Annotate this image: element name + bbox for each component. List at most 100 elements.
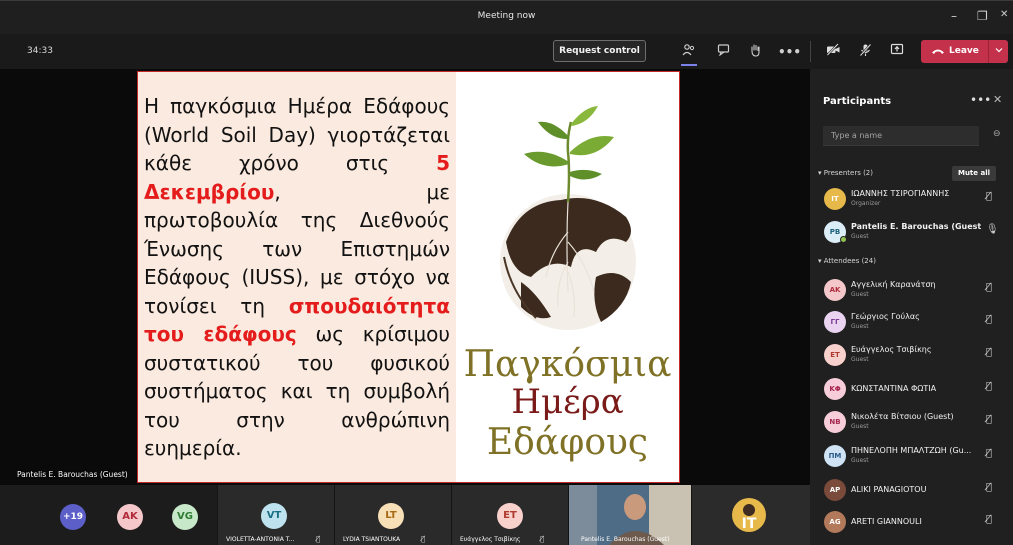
- participant-role: Guest: [851, 423, 869, 430]
- share-screen-icon[interactable]: [888, 43, 906, 61]
- window-title: Meeting now: [477, 11, 536, 21]
- hangup-icon: [932, 49, 944, 54]
- participant-role: Organizer: [851, 200, 881, 207]
- chat-icon[interactable]: [714, 43, 732, 61]
- participant-name: ARETI GIANNOULI: [851, 517, 922, 526]
- invite-link-icon[interactable]: ⊖: [993, 129, 1001, 139]
- participant-row[interactable]: AP ALIKI PANAGIOTOU 🎙̸: [810, 475, 1013, 505]
- slide-title-line-2: Ημέρα: [511, 382, 624, 422]
- participant-row[interactable]: ΝΒ Νικολέτα Βίτσιου (Guest) Guest 🎙̸: [810, 407, 1013, 437]
- participant-name: Νικολέτα Βίτσιου (Guest): [851, 412, 954, 421]
- participant-row[interactable]: ΚΦ ΚΩΝΣΤΑΝΤΙΝΑ ΦΩΤΙΑ 🎙̸: [810, 374, 1013, 404]
- request-control-button[interactable]: Request control: [553, 40, 646, 62]
- more-options-icon[interactable]: •••: [970, 93, 991, 107]
- avatar-group-tile: +19 AK VG: [0, 485, 217, 545]
- toolbar-divider: [810, 41, 811, 62]
- mic-off-icon: 🎙̸: [986, 191, 993, 202]
- avatar: AG: [824, 511, 846, 533]
- avatar-vg[interactable]: VG: [172, 504, 198, 530]
- participant-row[interactable]: ΕΤ Ευάγγελος Τσιβίκης Guest 🎙̸: [810, 340, 1013, 370]
- tile-name: Pantelis E. Barouchas (Guest): [581, 536, 670, 543]
- close-panel-icon[interactable]: ✕: [993, 93, 1002, 106]
- mic-off-icon: 🎙̸: [986, 314, 993, 325]
- shared-slide: Η παγκόσμια Ημέρα Εδάφους (World Soil Da…: [137, 71, 680, 483]
- participant-tile[interactable]: VT VIOLETTA-ANTONIA T... 🎙̸: [218, 485, 334, 545]
- participant-name: ΠΗΝΕΛΟΠΗ ΜΠΑΛΤΖΩΗ (Gu...: [851, 446, 972, 455]
- attendees-section-header[interactable]: ▾ Attendees (24): [818, 257, 876, 265]
- close-window-icon[interactable]: ✕: [1000, 9, 1008, 20]
- mute-all-button[interactable]: Mute all: [952, 166, 996, 181]
- avatar: IT: [824, 188, 846, 210]
- mic-off-icon: 🎙̸: [421, 535, 426, 543]
- svg-text:IT: IT: [742, 516, 757, 532]
- participant-role: Guest: [851, 323, 869, 330]
- tile-name: Ευάγγελος Τσιβίκης: [460, 536, 521, 543]
- slide-image-panel: Παγκόσμια Ημέρα Εδάφους: [456, 72, 679, 482]
- avatar: AP: [824, 479, 846, 501]
- participant-row[interactable]: AG ARETI GIANNOULI 🎙̸: [810, 507, 1013, 537]
- self-avatar: IT: [732, 498, 766, 532]
- maximize-icon[interactable]: ❐: [977, 9, 988, 23]
- overflow-count-avatar[interactable]: +19: [60, 504, 86, 530]
- participant-row[interactable]: ΠΜ ΠΗΝΕΛΟΠΗ ΜΠΑΛΤΖΩΗ (Gu... Guest 🎙̸: [810, 441, 1013, 471]
- avatar-et: ET: [497, 503, 523, 529]
- leave-label: Leave: [949, 46, 979, 56]
- avatar: ΚΦ: [824, 378, 846, 400]
- slide-text-part-1: Η παγκόσμια Ημέρα Εδάφους (World Soil Da…: [144, 94, 450, 175]
- mic-off-icon: 🎙̸: [986, 448, 993, 459]
- participant-row[interactable]: IT ΙΩΑΝΝΗΣ ΤΣΙΡΟΓΙΑΝΝΗΣ Organizer 🎙̸: [810, 184, 1013, 214]
- avatar-ak[interactable]: AK: [117, 504, 143, 530]
- participant-search-input[interactable]: [823, 126, 979, 146]
- participant-row[interactable]: AK Αγγελική Καρανάτση Guest 🎙̸: [810, 275, 1013, 305]
- participant-role: Guest: [851, 356, 869, 363]
- mic-off-icon: 🎙̸: [986, 414, 993, 425]
- people-icon[interactable]: [680, 43, 698, 61]
- slide-title-line-1: Παγκόσμια: [463, 344, 672, 385]
- camera-off-icon[interactable]: [824, 43, 842, 61]
- self-view-tile[interactable]: IT: [692, 485, 810, 545]
- mic-off-icon: 🎙̸: [986, 347, 993, 358]
- tile-name: VIOLETTA-ANTONIA T...: [226, 536, 295, 543]
- participant-tile[interactable]: LT LYDIA TSIANTOUKA 🎙̸: [335, 485, 451, 545]
- leave-dropdown-chevron-icon[interactable]: [989, 40, 1008, 63]
- soil-globe-sprout-image: [500, 106, 636, 330]
- presenters-label: Presenters (2): [823, 169, 873, 177]
- meeting-timer: 34:33: [27, 46, 53, 56]
- participant-name: ΚΩΝΣΤΑΝΤΙΝΑ ΦΩΤΙΑ: [851, 384, 937, 393]
- avatar: AK: [824, 279, 846, 301]
- presenters-section-header[interactable]: ▾ Presenters (2): [818, 169, 873, 177]
- avatar: ΠΜ: [824, 445, 846, 467]
- avatar: ΝΒ: [824, 411, 846, 433]
- meeting-toolbar: 34:33 Request control ••• Leave: [0, 34, 1013, 69]
- mic-off-icon: 🎙̸: [986, 282, 993, 293]
- avatar: ΕΤ: [824, 344, 846, 366]
- more-icon[interactable]: •••: [778, 43, 801, 61]
- avatar: ΓΓ: [824, 311, 846, 333]
- avatar-lt: LT: [378, 503, 404, 529]
- mic-off-icon: 🎙̸: [540, 535, 545, 543]
- participant-video-tile[interactable]: Pantelis E. Barouchas (Guest): [569, 485, 691, 545]
- title-bar: Meeting now – ❐ ✕: [0, 0, 1013, 34]
- slide-text-panel: Η παγκόσμια Ημέρα Εδάφους (World Soil Da…: [138, 72, 456, 482]
- mic-off-icon[interactable]: [856, 43, 874, 61]
- slide-body-text: Η παγκόσμια Ημέρα Εδάφους (World Soil Da…: [144, 92, 450, 463]
- participant-row[interactable]: ΓΓ Γεώργιος Γούλας Guest 🎙̸: [810, 307, 1013, 337]
- presence-dot: [840, 236, 847, 243]
- participants-title: Participants: [823, 96, 892, 107]
- participant-name: Ευάγγελος Τσιβίκης: [851, 345, 932, 354]
- leave-button-group: Leave: [921, 40, 1008, 63]
- participant-strip: +19 AK VG VT VIOLETTA-ANTONIA T... 🎙̸ LT…: [0, 485, 810, 545]
- raise-hand-icon[interactable]: [746, 43, 764, 61]
- minimize-icon[interactable]: –: [951, 9, 957, 23]
- mic-on-icon: 🎙: [986, 224, 999, 235]
- participant-name: ΙΩΑΝΝΗΣ ΤΣΙΡΟΓΙΑΝΝΗΣ: [851, 189, 950, 198]
- participant-name: Γεώργιος Γούλας: [851, 312, 920, 321]
- participant-role: Guest: [851, 457, 869, 464]
- participant-name: Pantelis E. Barouchas (Guest): [851, 222, 981, 231]
- participant-row[interactable]: PB Pantelis E. Barouchas (Guest) Guest 🎙: [810, 217, 1013, 247]
- participant-tile[interactable]: ET Ευάγγελος Τσιβίκης 🎙̸: [452, 485, 568, 545]
- leave-button[interactable]: Leave: [921, 40, 987, 63]
- mic-off-icon: 🎙̸: [986, 482, 993, 493]
- mic-off-icon: 🎙̸: [986, 514, 993, 525]
- teams-meeting-window: Meeting now – ❐ ✕ 34:33 Request control …: [0, 0, 1013, 545]
